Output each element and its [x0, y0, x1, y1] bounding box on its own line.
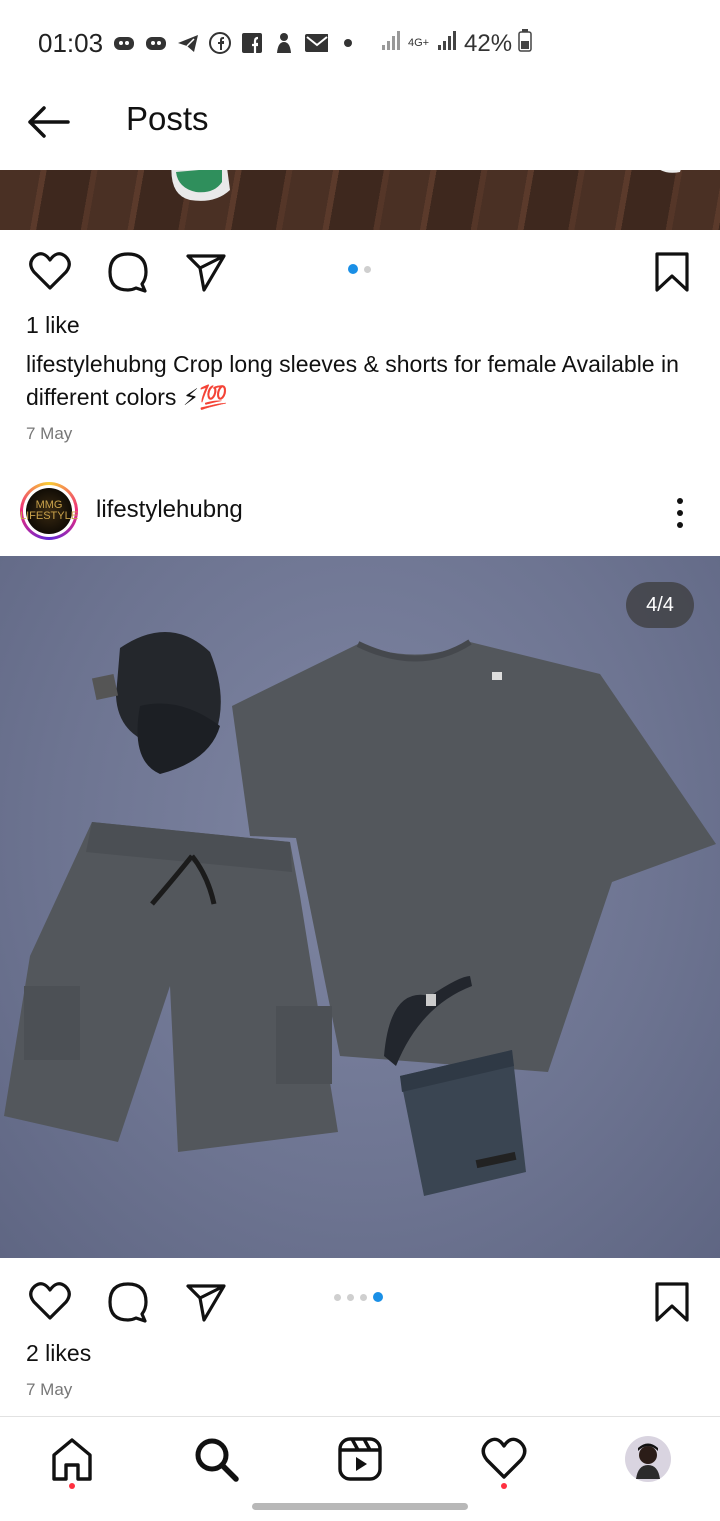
arrow-left-icon[interactable] — [24, 104, 72, 140]
carousel-indicator — [334, 1292, 383, 1302]
carousel-dot-active — [348, 264, 358, 274]
avatar-logo-text: MMG LIFESTYLE — [20, 488, 78, 534]
like-heart-icon[interactable] — [28, 1280, 72, 1324]
post-image[interactable] — [0, 556, 720, 1258]
carousel-dot — [334, 1293, 341, 1301]
bookmark-icon[interactable] — [650, 250, 694, 294]
like-count[interactable]: 1 like — [26, 312, 80, 339]
post-actions — [0, 1260, 720, 1340]
dot-icon — [336, 32, 360, 54]
carousel-dot-active — [373, 1292, 383, 1302]
carousel-dot — [360, 1293, 367, 1301]
post-username[interactable]: lifestylehubng — [96, 496, 243, 524]
status-bar: 01:03 4G+ 42% — [0, 0, 720, 86]
mail-icon — [304, 32, 328, 54]
image-counter-badge: 4/4 — [626, 582, 694, 628]
avatar[interactable]: MMG LIFESTYLE — [20, 482, 78, 540]
caption-username[interactable]: lifestylehubng — [26, 351, 167, 377]
comment-icon[interactable] — [106, 250, 150, 294]
carousel-dot — [364, 265, 371, 273]
like-heart-icon[interactable] — [28, 250, 72, 294]
status-time: 01:03 — [38, 28, 104, 58]
search-icon[interactable] — [192, 1435, 240, 1483]
post-actions — [0, 230, 720, 310]
notification-icons — [112, 30, 360, 56]
person-icon — [272, 32, 296, 54]
post-header: MMG LIFESTYLE lifestylehubng — [0, 470, 720, 556]
facebook-square-icon — [240, 32, 264, 54]
battery-icon — [518, 28, 532, 59]
system-status: 4G+ 42% — [380, 28, 532, 59]
app-header: Posts — [0, 86, 720, 170]
signal-icon — [436, 29, 458, 58]
activity-notification-dot — [501, 1483, 507, 1489]
reels-icon[interactable] — [336, 1435, 384, 1483]
home-icon[interactable] — [48, 1435, 96, 1483]
profile-avatar[interactable] — [624, 1435, 672, 1483]
system-home-indicator[interactable] — [252, 1503, 468, 1510]
comment-icon[interactable] — [106, 1280, 150, 1324]
page-title: Posts — [126, 100, 209, 137]
more-options-icon[interactable] — [668, 496, 692, 530]
post-date: 7 May — [26, 424, 73, 443]
discord-icon — [112, 32, 136, 54]
post-image[interactable] — [0, 170, 720, 230]
signal-icon — [380, 29, 402, 58]
post-date: 7 May — [26, 1380, 73, 1399]
home-notification-dot — [69, 1483, 75, 1489]
bookmark-icon[interactable] — [650, 1280, 694, 1324]
heart-icon[interactable] — [480, 1435, 528, 1483]
like-count[interactable]: 2 likes — [26, 1340, 91, 1367]
carousel-indicator — [348, 264, 371, 274]
share-send-icon[interactable] — [184, 250, 228, 294]
discord-icon — [144, 32, 168, 54]
share-send-icon[interactable] — [184, 1280, 228, 1324]
telegram-icon — [176, 32, 200, 54]
carousel-dot — [347, 1293, 354, 1301]
post-caption: lifestylehubng Crop long sleeves & short… — [26, 348, 696, 414]
battery-level: 42% — [464, 29, 513, 57]
facebook-icon — [208, 32, 232, 54]
network-type: 4G+ — [408, 37, 430, 49]
